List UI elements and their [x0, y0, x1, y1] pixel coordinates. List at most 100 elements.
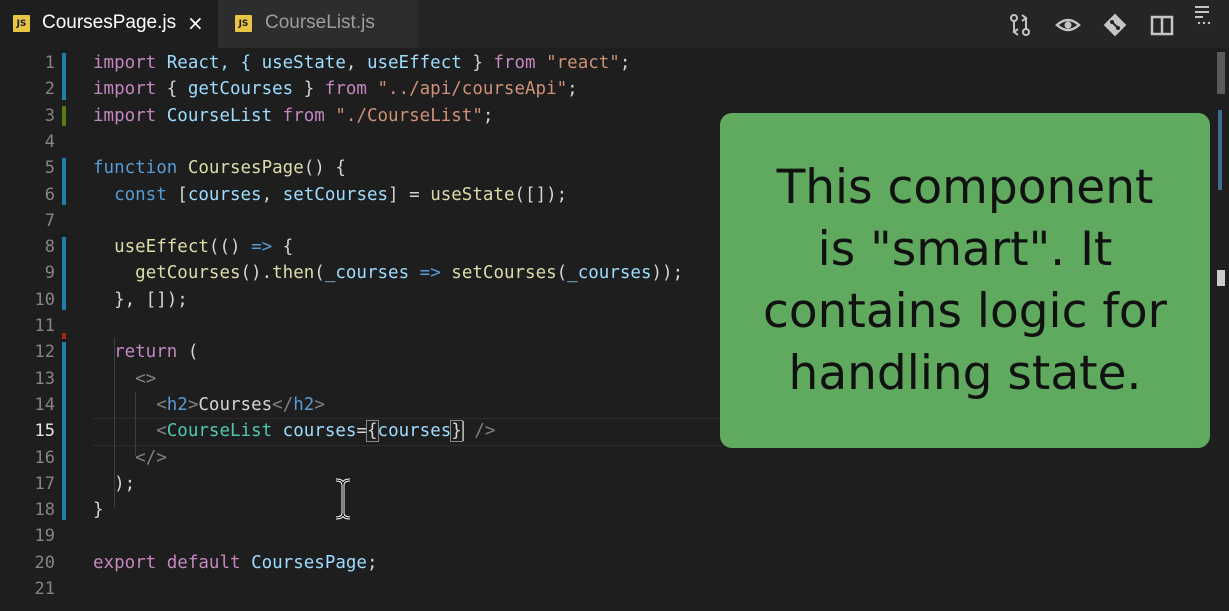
line-number: 19	[34, 526, 55, 547]
line-number: 11	[34, 316, 55, 336]
tab-course-list[interactable]: JS CourseList.js	[218, 0, 418, 48]
close-icon[interactable]: ×	[187, 11, 204, 35]
scroll-thumb[interactable]	[1217, 270, 1225, 286]
line-number: 2	[44, 79, 55, 100]
code-token: {	[156, 79, 188, 100]
split-editor-icon[interactable]	[1149, 12, 1175, 38]
code-token: h2	[293, 394, 315, 415]
tab-courses-page[interactable]: JS CoursesPage.js ×	[0, 0, 218, 48]
change-marker[interactable]	[62, 158, 66, 205]
code-line: </>	[93, 445, 167, 471]
callout-line: handling state.	[788, 345, 1142, 401]
code-line: import CourseList from "./CourseList";	[93, 103, 493, 129]
code-token: >	[187, 394, 199, 415]
code-token: "../api/courseApi"	[377, 79, 568, 100]
preview-icon[interactable]	[1055, 12, 1081, 38]
code-token: from	[493, 53, 536, 73]
code-token: courses	[282, 421, 357, 442]
code-token: ,	[345, 53, 367, 73]
code-token: _courses	[567, 263, 652, 284]
code-token: () {	[303, 158, 346, 179]
text-cursor-icon	[335, 478, 351, 520]
code-line: getCourses().then(_courses => setCourses…	[93, 260, 683, 286]
code-token: ;	[567, 79, 578, 100]
deleted-marker[interactable]	[62, 333, 66, 340]
code-token: useEffect	[114, 237, 209, 258]
code-token: CoursesPage	[187, 158, 304, 179]
code-line: useEffect(() => {	[93, 234, 293, 260]
callout-text: This component is "smart". It contains l…	[730, 157, 1200, 405]
code-token: ([]);	[514, 184, 568, 205]
js-file-icon: JS	[13, 15, 30, 32]
code-token: {	[366, 420, 379, 443]
code-token: }, []);	[93, 289, 188, 310]
code-token: (	[177, 342, 199, 363]
line-number: 3	[44, 105, 55, 126]
code-token: }	[461, 53, 494, 73]
change-marker[interactable]	[62, 342, 66, 521]
change-marker[interactable]	[62, 53, 66, 100]
code-line: }	[93, 497, 104, 523]
code-token: from	[282, 105, 325, 126]
code-token: useState	[261, 53, 346, 73]
line-number: 15	[34, 421, 55, 442]
line-number-gutter: 1 2 3 4 5 6 7 8 9 10 11 12 13 14 15 16 17 18 19 20 21	[0, 48, 80, 611]
line-number: 4	[44, 131, 55, 152]
code-line: <h2>Courses</h2>	[93, 392, 325, 418]
code-token: =>	[251, 237, 273, 258]
code-token: }	[93, 500, 104, 521]
line-number: 13	[34, 368, 55, 389]
tab-bar: JS CoursesPage.js × JS CourseList.js	[0, 0, 1229, 48]
line-number: 21	[34, 579, 55, 599]
code-token: import	[93, 79, 157, 100]
line-number: 8	[44, 237, 55, 258]
tab-label: CoursesPage.js	[42, 12, 177, 33]
code-token: >	[314, 394, 325, 415]
code-token: import	[93, 53, 157, 73]
js-file-icon: JS	[235, 15, 252, 32]
line-number: 5	[44, 158, 55, 179]
code-token: then	[272, 263, 315, 284]
code-token: courses	[377, 421, 452, 442]
code-token: ;	[482, 105, 494, 126]
more-actions-icon[interactable]	[1193, 3, 1215, 27]
line-number: 16	[34, 447, 55, 468]
code-token: function	[93, 158, 178, 179]
compare-changes-icon[interactable]	[1007, 12, 1033, 38]
code-line: return (	[93, 339, 198, 365]
code-token: Courses	[198, 394, 273, 415]
code-token: getCourses	[135, 263, 241, 284]
code-token: ;	[619, 53, 631, 73]
code-token: CoursesPage	[251, 552, 367, 573]
code-line: export default CoursesPage;	[93, 550, 378, 576]
tab-label: CourseList.js	[265, 12, 375, 33]
code-line: <>	[93, 366, 156, 392]
code-token: =	[356, 421, 367, 442]
minimap-block	[1217, 52, 1225, 94]
change-marker[interactable]	[62, 237, 66, 310]
code-token: (()	[208, 237, 252, 258]
code-token: }	[450, 420, 463, 443]
git-icon[interactable]	[1102, 12, 1128, 38]
code-token: <	[156, 421, 167, 442]
line-number: 18	[34, 500, 55, 521]
line-number: 12	[34, 342, 55, 363]
code-token: );	[93, 473, 136, 494]
minimap-block	[1218, 110, 1222, 190]
change-marker[interactable]	[62, 105, 66, 126]
code-line: <CourseList courses={courses} />	[93, 418, 495, 444]
code-line: const [courses, setCourses] = useState([…	[93, 182, 567, 208]
code-token: CourseList	[166, 105, 273, 126]
